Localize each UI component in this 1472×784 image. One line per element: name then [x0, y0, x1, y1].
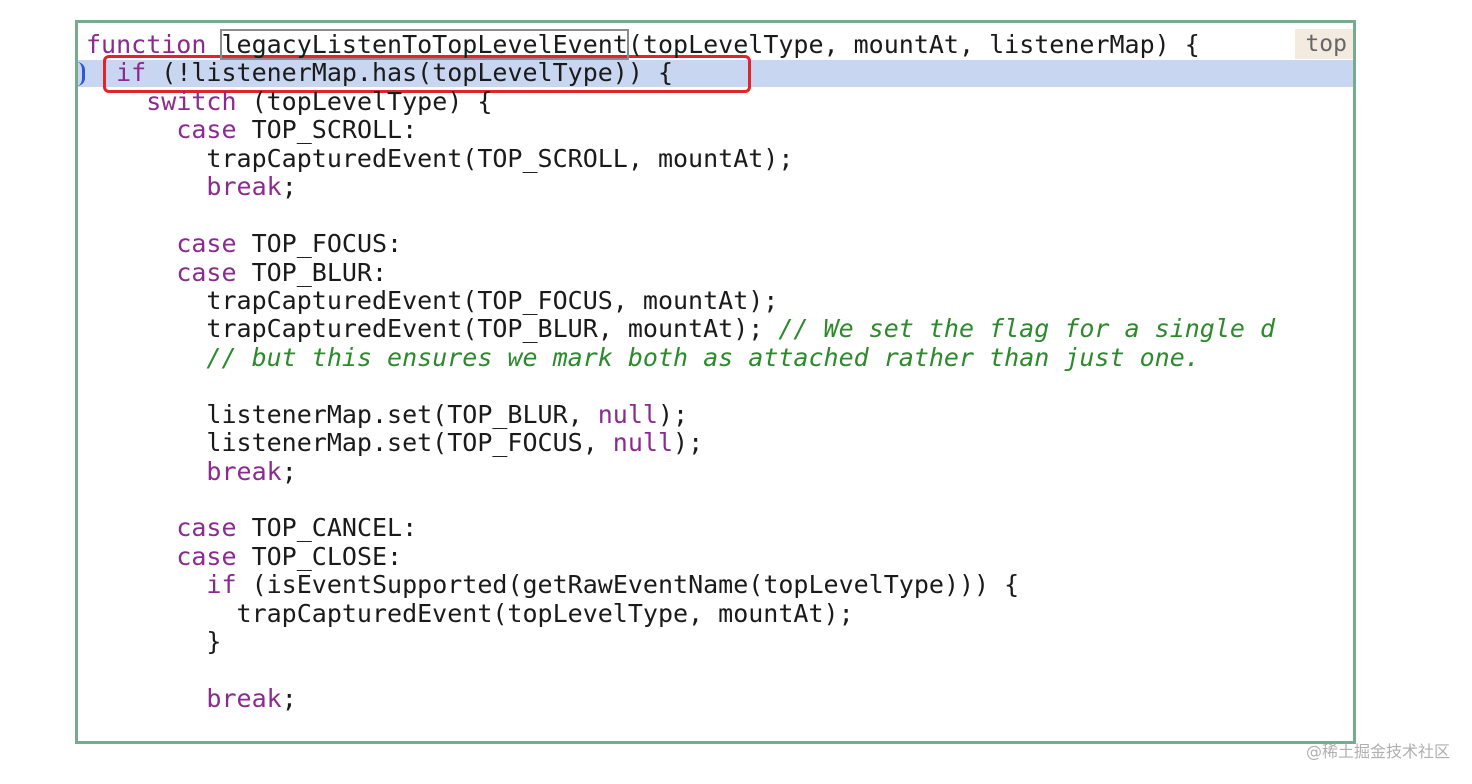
- code-line[interactable]: function legacyListenToTopLevelEvent(top…: [86, 29, 1275, 60]
- breakpoint-marker-icon[interactable]: [76, 62, 85, 86]
- code-line[interactable]: break;: [86, 456, 1275, 486]
- code-line[interactable]: }: [86, 627, 1275, 657]
- code-token: // but this ensures we mark both as atta…: [206, 342, 1200, 372]
- code-token: );: [673, 428, 704, 458]
- code-token: ;: [281, 456, 297, 486]
- code-token: );: [657, 399, 689, 429]
- code-token: }: [86, 627, 222, 657]
- code-line[interactable]: break;: [86, 684, 1275, 714]
- code-line[interactable]: case TOP_FOCUS:: [86, 229, 1275, 259]
- code-token: break: [206, 456, 282, 486]
- code-token: if: [206, 570, 237, 600]
- code-token: legacyListenToTopLevelEvent: [220, 29, 629, 60]
- code-token: case: [176, 541, 237, 571]
- code-line[interactable]: case TOP_CANCEL:: [86, 514, 1275, 542]
- code-token: TOP_CANCEL:: [236, 513, 418, 543]
- code-token: TOP_SCROLL:: [236, 115, 418, 145]
- code-token: null: [612, 428, 674, 458]
- code-line[interactable]: // but this ensures we mark both as atta…: [86, 342, 1275, 372]
- code-editor-frame: function legacyListenToTopLevelEvent(top…: [75, 20, 1356, 744]
- code-line[interactable]: switch (topLevelType) {: [86, 86, 1275, 116]
- code-token: break: [206, 172, 282, 202]
- code-token: listenerMap.set(TOP_FOCUS,: [86, 428, 613, 458]
- code-token: (topLevelType, mountAt, listenerMap) {: [627, 30, 1200, 59]
- code-line[interactable]: trapCapturedEvent(TOP_FOCUS, mountAt);: [86, 285, 1275, 315]
- code-token: trapCapturedEvent(TOP_FOCUS, mountAt);: [86, 285, 779, 315]
- code-line[interactable]: [86, 372, 1275, 400]
- code-token: ;: [281, 684, 297, 714]
- code-line[interactable]: case TOP_BLUR:: [86, 257, 1275, 287]
- code-token: case: [176, 513, 237, 543]
- code-line[interactable]: trapCapturedEvent(TOP_BLUR, mountAt); //…: [86, 315, 1275, 343]
- code-token: function: [86, 30, 222, 59]
- code-line[interactable]: listenerMap.set(TOP_BLUR, null);: [86, 399, 1275, 429]
- watermark: @稀土掘金技术社区: [1305, 742, 1450, 761]
- code-token: (topLevelType) {: [236, 86, 493, 116]
- code-line[interactable]: [86, 486, 1275, 514]
- code-token: trapCapturedEvent(topLevelType, mountAt)…: [86, 598, 854, 628]
- code-token: switch: [146, 86, 237, 116]
- code-token: TOP_FOCUS:: [236, 229, 403, 259]
- code-token: case: [176, 115, 237, 145]
- code-token: ;: [281, 172, 297, 202]
- code-line[interactable]: [86, 657, 1275, 685]
- code-token: TOP_BLUR:: [236, 257, 388, 287]
- code-token: // We set the flag for a single d: [778, 314, 1276, 344]
- code-token: (!listenerMap.has(topLevelType)) {: [146, 58, 674, 88]
- code-token: trapCapturedEvent(TOP_BLUR, mountAt);: [86, 314, 779, 344]
- code-view[interactable]: function legacyListenToTopLevelEvent(top…: [78, 29, 1353, 714]
- code-token: trapCapturedEvent(TOP_SCROLL, mountAt);: [86, 143, 794, 173]
- code-line[interactable]: case TOP_CLOSE:: [86, 541, 1275, 571]
- code-token: null: [597, 399, 658, 429]
- code-line[interactable]: trapCapturedEvent(TOP_SCROLL, mountAt);: [86, 143, 1275, 173]
- code-token: listenerMap.set(TOP_BLUR,: [86, 399, 598, 429]
- code-line[interactable]: if (isEventSupported(getRawEventName(top…: [86, 571, 1275, 599]
- code-token: case: [176, 229, 237, 259]
- code-token: if: [116, 58, 147, 88]
- code-token: case: [176, 257, 237, 287]
- inline-parameter-hint: top: [1295, 29, 1353, 59]
- code-line[interactable]: break;: [86, 172, 1275, 202]
- code-token: TOP_CLOSE:: [236, 541, 403, 571]
- code-token: (isEventSupported(getRawEventName(topLev…: [236, 570, 1020, 600]
- code-token: break: [206, 684, 282, 714]
- code-line[interactable]: if (!listenerMap.has(topLevelType)) {: [78, 58, 1353, 88]
- code-line[interactable]: trapCapturedEvent(topLevelType, mountAt)…: [86, 598, 1275, 628]
- code-line[interactable]: [86, 202, 1275, 230]
- code-line[interactable]: listenerMap.set(TOP_FOCUS, null);: [86, 428, 1275, 458]
- code-line[interactable]: case TOP_SCROLL:: [86, 116, 1275, 144]
